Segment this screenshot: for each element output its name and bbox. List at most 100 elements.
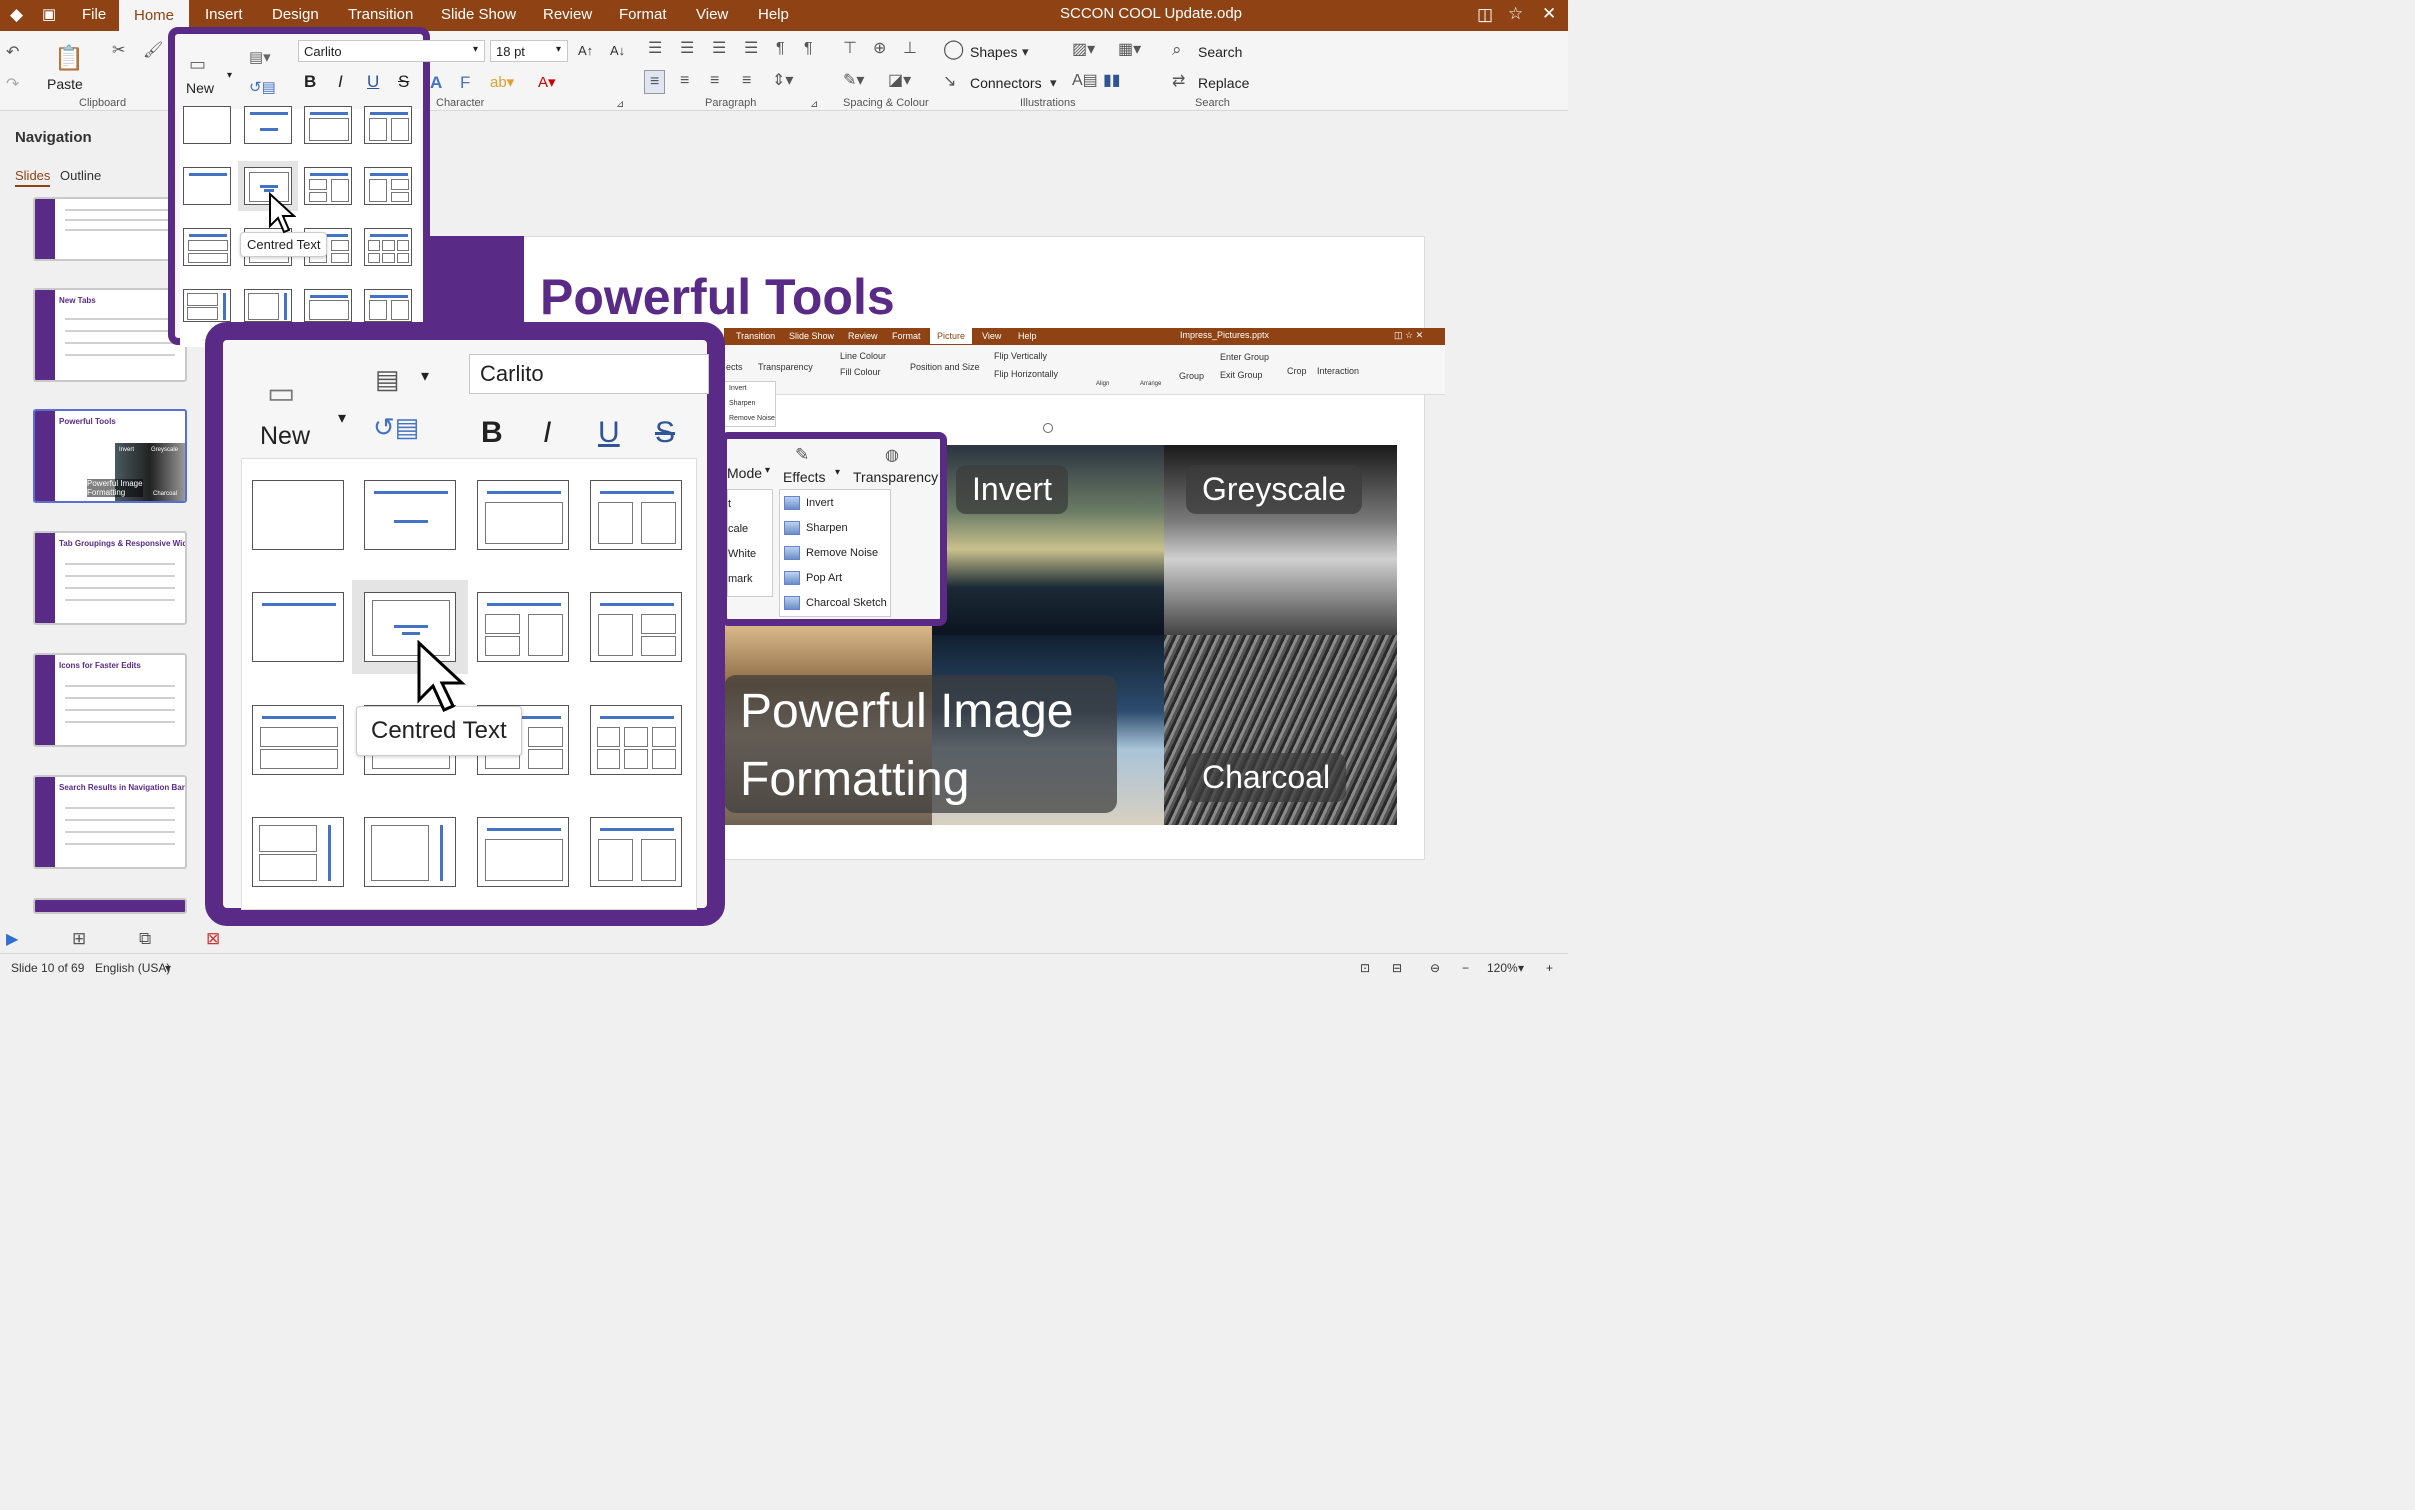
- font-size-dropdown-icon[interactable]: ▾: [556, 44, 561, 55]
- layout-tile-title-box[interactable]: [477, 817, 569, 887]
- connectors-button[interactable]: Connectors: [970, 75, 1042, 91]
- connectors-icon[interactable]: ↘: [943, 74, 956, 90]
- replace-icon[interactable]: ⇄: [1172, 74, 1185, 90]
- layout-tile-title-6[interactable]: [590, 705, 682, 775]
- effect-sharpen[interactable]: Sharpen: [784, 521, 848, 535]
- menu-insert[interactable]: Insert: [205, 6, 243, 23]
- justify-icon[interactable]: ≡: [742, 73, 751, 89]
- transparency-icon[interactable]: ◍: [885, 445, 899, 465]
- mode-label[interactable]: Mode: [727, 465, 762, 481]
- strikethrough-button-large[interactable]: S: [655, 416, 675, 450]
- font-name-field[interactable]: Carlito ▾: [298, 40, 485, 62]
- slide-thumb-9[interactable]: New Tabs: [33, 288, 187, 382]
- italic-button[interactable]: I: [338, 72, 343, 92]
- new-slide-icon[interactable]: ▭: [189, 54, 206, 75]
- language-selector[interactable]: English (USA): [95, 961, 170, 975]
- layout-tile-title-only[interactable]: [252, 592, 344, 662]
- mode-menu-item[interactable]: mark: [728, 573, 752, 585]
- align-middle-icon[interactable]: ⊕: [873, 41, 886, 57]
- layout-tile-title-2x2b[interactable]: [590, 592, 682, 662]
- new-slide-icon-large[interactable]: ▭: [267, 376, 295, 411]
- new-slide-dropdown-icon[interactable]: ▾: [338, 408, 346, 428]
- layout-icon-large[interactable]: ▤: [375, 364, 400, 395]
- indent-icon[interactable]: ☰: [744, 41, 758, 57]
- slide-title[interactable]: Powerful Tools: [540, 268, 895, 326]
- italic-button-large[interactable]: I: [543, 416, 551, 450]
- paragraph-dialog-icon[interactable]: ⊿: [810, 97, 818, 113]
- font-name-field-large[interactable]: Carlito: [469, 354, 709, 394]
- shapes-icon[interactable]: ◯: [943, 40, 964, 59]
- zoom-level[interactable]: 120%: [1487, 961, 1518, 975]
- view-icon[interactable]: ⊟: [1392, 961, 1402, 975]
- zoom-dropdown-icon[interactable]: ▾: [1518, 961, 1524, 975]
- layout-tile-title-box[interactable]: [304, 289, 352, 322]
- transparency-button[interactable]: Transparency: [853, 469, 938, 485]
- effects-button[interactable]: Effects: [783, 469, 826, 485]
- menu-view[interactable]: View: [696, 6, 728, 23]
- layout-tile-title-only[interactable]: [183, 167, 231, 205]
- shapes-button[interactable]: Shapes: [970, 44, 1017, 60]
- layout-tile-title-2row[interactable]: [183, 228, 231, 266]
- menu-help[interactable]: Help: [758, 6, 789, 23]
- highlight-icon[interactable]: ab▾: [490, 73, 514, 91]
- zoom-in-icon[interactable]: +: [1546, 961, 1553, 975]
- cut-icon[interactable]: ✂: [112, 43, 125, 59]
- align-top-icon[interactable]: ⊤: [843, 41, 857, 57]
- layout-tile-vert-1[interactable]: [183, 289, 231, 322]
- search-button[interactable]: Search: [1198, 44, 1242, 60]
- outline-font-icon[interactable]: F: [460, 73, 470, 93]
- slide-thumb-14[interactable]: [33, 898, 187, 914]
- new-slide-icon[interactable]: ⊞: [72, 929, 86, 949]
- language-dropdown-icon[interactable]: ▾: [165, 961, 171, 975]
- numbering-icon[interactable]: ☰: [680, 41, 694, 57]
- greyscale-photo[interactable]: Greyscale: [1164, 445, 1397, 635]
- menu-transition[interactable]: Transition: [348, 6, 413, 23]
- effect-remove-noise[interactable]: Remove Noise: [784, 546, 878, 560]
- paste-button[interactable]: Paste: [47, 76, 83, 92]
- search-icon[interactable]: ⌕: [1172, 41, 1182, 58]
- zoom-icon[interactable]: ⊖: [1430, 961, 1440, 975]
- ltr-icon[interactable]: ¶: [776, 41, 785, 57]
- shapes-dropdown-icon[interactable]: ▾: [1022, 44, 1029, 60]
- layout-tile-title-2x2b[interactable]: [364, 167, 412, 205]
- bold-button-large[interactable]: B: [481, 416, 503, 450]
- menu-format[interactable]: Format: [619, 6, 667, 23]
- line-spacing-icon[interactable]: ⇕▾: [772, 73, 793, 89]
- invert-photo[interactable]: Invert: [932, 445, 1164, 635]
- line-color-icon[interactable]: ✎▾: [843, 73, 864, 89]
- close-icon[interactable]: ✕: [1542, 4, 1556, 24]
- layout-tile-title-only-box[interactable]: [477, 480, 569, 550]
- align-center-icon[interactable]: ≡: [680, 73, 689, 89]
- slide-thumb-11[interactable]: Tab Groupings & Responsive Width: [33, 531, 187, 625]
- mode-dropdown-icon[interactable]: ▾: [765, 465, 770, 476]
- zoom-out-icon[interactable]: −: [1462, 961, 1469, 975]
- new-slide-button-large[interactable]: New: [260, 422, 310, 451]
- mode-menu-item[interactable]: cale: [728, 523, 748, 535]
- menu-slide-show[interactable]: Slide Show: [441, 6, 516, 23]
- redo-icon[interactable]: ↷: [6, 77, 19, 93]
- bullets-icon[interactable]: ☰: [648, 41, 662, 57]
- mode-menu-item[interactable]: White: [728, 548, 756, 560]
- layout-tile-title-2col[interactable]: [590, 817, 682, 887]
- effect-charcoal-sketch[interactable]: Charcoal Sketch: [784, 596, 887, 610]
- align-bottom-icon[interactable]: ⊥: [903, 41, 917, 57]
- start-show-icon[interactable]: ▶: [6, 929, 18, 949]
- charcoal-photo[interactable]: Charcoal: [1164, 635, 1397, 825]
- new-slide-dropdown-icon[interactable]: ▾: [227, 70, 232, 81]
- fit-slide-icon[interactable]: ⊡: [1360, 961, 1370, 975]
- slide-thumb-13[interactable]: Search Results in Navigation Bar: [33, 775, 187, 869]
- star-icon[interactable]: ☆: [1508, 4, 1523, 24]
- slide-thumb-10[interactable]: Powerful Tools Invert Greyscale Powerful…: [33, 409, 187, 503]
- menu-design[interactable]: Design: [272, 6, 319, 23]
- font-dropdown-icon[interactable]: ▾: [473, 44, 478, 55]
- layout-tile-title-6[interactable]: [364, 228, 412, 266]
- effects-icon[interactable]: ✎: [795, 445, 809, 465]
- duplicate-slide-icon[interactable]: ⧉: [139, 929, 151, 949]
- layout-tile-vert-1[interactable]: [252, 817, 344, 887]
- reset-layout-icon[interactable]: ↺▤: [249, 78, 276, 96]
- align-right-icon[interactable]: ≡: [710, 73, 719, 89]
- replace-button[interactable]: Replace: [1198, 75, 1249, 91]
- layout-tile-vert-2[interactable]: [244, 289, 292, 322]
- outdent-icon[interactable]: ☰: [712, 41, 726, 57]
- layout-tile-title-2col[interactable]: [364, 106, 412, 144]
